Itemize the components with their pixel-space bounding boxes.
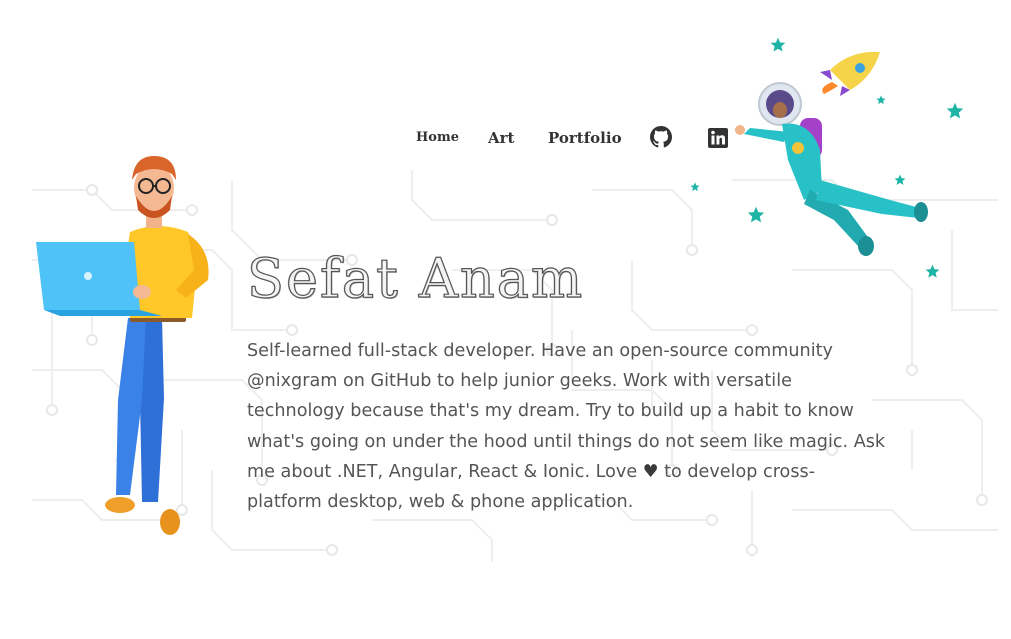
bio-paragraph: Self-learned full-stack developer. Have …	[247, 336, 887, 517]
rocket-icon	[820, 51, 880, 96]
github-icon[interactable]	[650, 126, 672, 148]
astronaut-illustration	[735, 51, 928, 256]
star-icon	[894, 174, 906, 185]
heart-icon: ♥	[642, 461, 659, 482]
nav-art-link[interactable]: Art	[488, 126, 514, 150]
linkedin-icon[interactable]	[708, 128, 728, 148]
star-icon	[690, 182, 700, 192]
nav-home-link[interactable]: Home	[416, 126, 459, 150]
star-icon	[747, 206, 765, 223]
star-icon	[946, 102, 964, 119]
nav-portfolio-link[interactable]: Portfolio	[548, 126, 622, 150]
bio-text-start: Self-learned full-stack developer. Have …	[247, 341, 886, 482]
developer-with-laptop-illustration	[36, 156, 209, 535]
star-icon	[925, 264, 940, 278]
page-title: Sefat Anam	[246, 246, 585, 310]
star-icon	[770, 37, 786, 52]
star-icon	[876, 95, 886, 105]
